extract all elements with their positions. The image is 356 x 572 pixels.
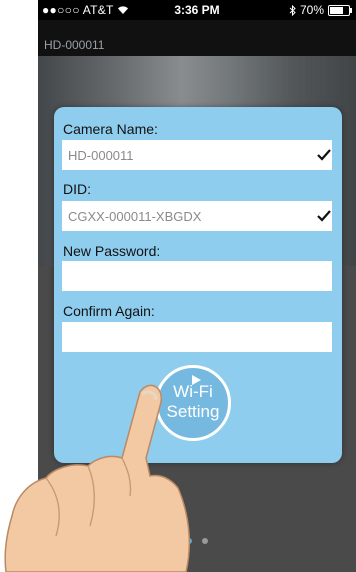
camera-name-label: Camera Name: (63, 121, 158, 137)
status-right: 70% (289, 3, 352, 17)
did-label: DID: (63, 181, 91, 197)
pointing-hand-icon (4, 384, 190, 572)
new-password-field[interactable] (62, 261, 332, 291)
confirm-password-field[interactable] (62, 322, 332, 352)
did-field[interactable] (62, 201, 332, 231)
status-bar: ●●○○○ AT&T 3:36 PM 70% (38, 0, 356, 20)
new-password-label: New Password: (63, 243, 161, 259)
navigation-bar: HD-000011 (38, 20, 356, 56)
confirm-password-label: Confirm Again: (63, 303, 155, 319)
battery-icon (328, 4, 352, 16)
bluetooth-icon (289, 4, 296, 16)
nav-title: HD-000011 (44, 38, 105, 52)
camera-name-field[interactable] (62, 140, 332, 170)
checkmark-icon (317, 210, 331, 222)
battery-percent: 70% (299, 3, 324, 17)
checkmark-icon (317, 149, 331, 161)
